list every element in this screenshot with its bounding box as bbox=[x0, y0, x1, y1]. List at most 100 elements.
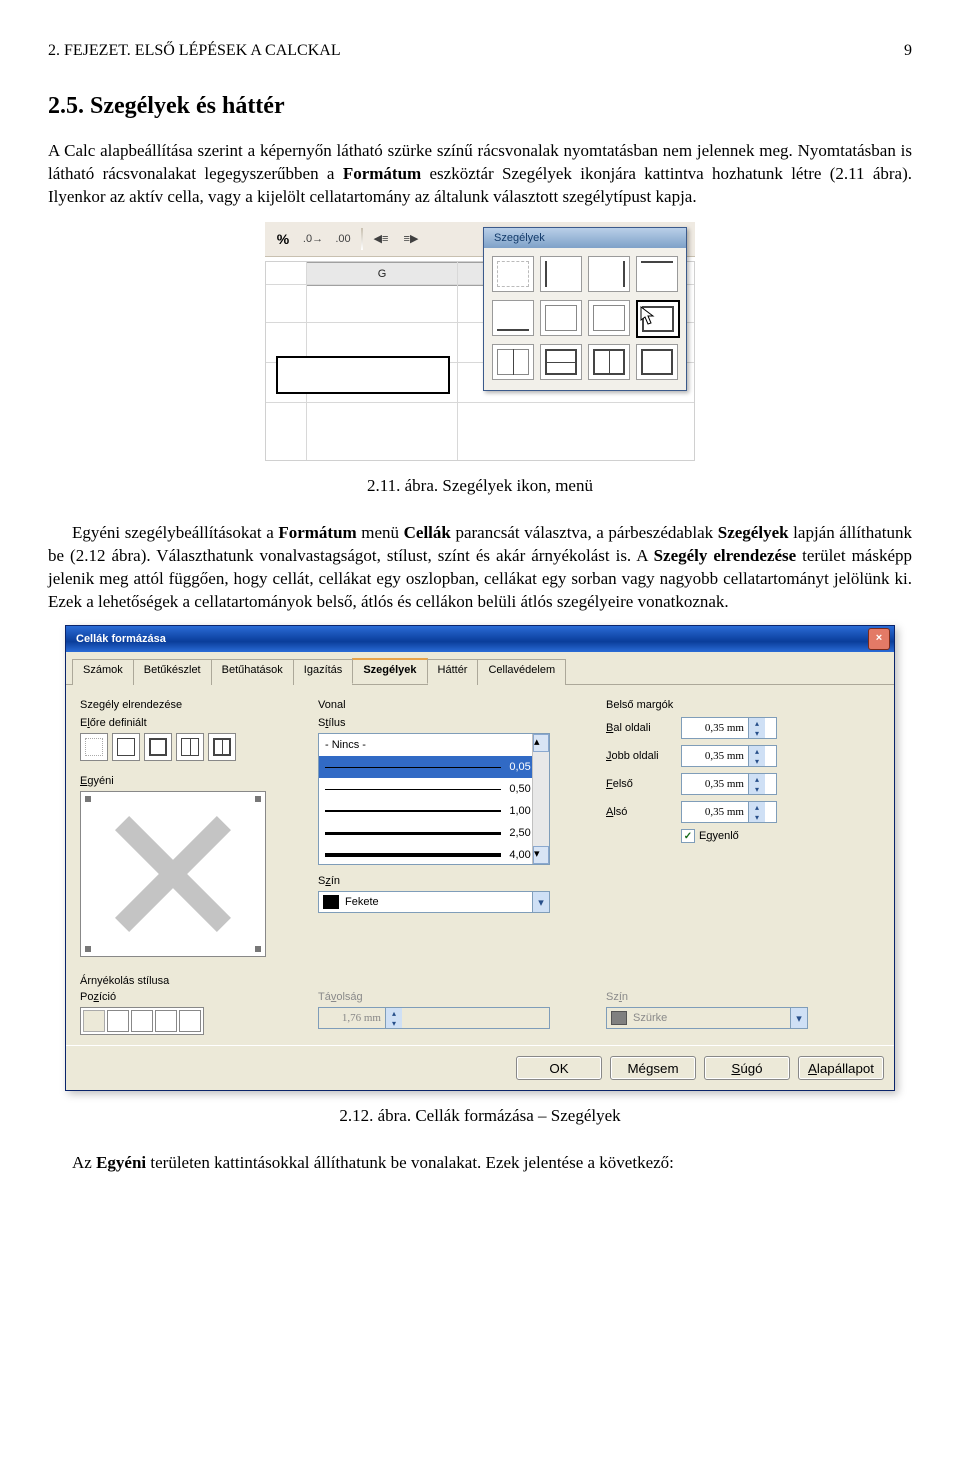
border-top-icon[interactable] bbox=[636, 256, 678, 292]
tab-betuhatasok[interactable]: Betűhatások bbox=[211, 659, 294, 685]
spin-down-icon[interactable]: ▾ bbox=[749, 728, 765, 738]
style-label: Stílus bbox=[318, 717, 578, 729]
border-inner-v-icon[interactable] bbox=[492, 344, 534, 380]
custom-label: Egyéni bbox=[80, 775, 290, 787]
close-icon[interactable]: × bbox=[868, 628, 890, 650]
line-color-dropdown[interactable]: Fekete ▾ bbox=[318, 891, 550, 913]
scroll-down-icon[interactable]: ▾ bbox=[533, 846, 549, 864]
reset-button[interactable]: Alapállapot bbox=[798, 1056, 884, 1080]
black-swatch-icon bbox=[323, 895, 339, 909]
line-heading: Vonal bbox=[318, 699, 578, 711]
tab-betukeszlet[interactable]: Betűkészlet bbox=[133, 659, 212, 685]
preset-outer-icon[interactable] bbox=[144, 733, 172, 761]
tab-szamok[interactable]: Számok bbox=[72, 659, 134, 685]
margins-column: Belső margók Bal oldali ▴▾ Jobb oldali ▴… bbox=[606, 699, 880, 957]
border-bottom-icon[interactable] bbox=[492, 300, 534, 336]
spin-up-icon[interactable]: ▴ bbox=[749, 718, 765, 728]
p2-bold-szegelyek: Szegélyek bbox=[718, 523, 789, 542]
border-right-icon[interactable] bbox=[588, 256, 630, 292]
figure-2-12: Cellák formázása × Számok Betűkészlet Be… bbox=[48, 625, 912, 1091]
preset-box-icon[interactable] bbox=[112, 733, 140, 761]
margin-right-spin[interactable]: ▴▾ bbox=[681, 745, 777, 767]
shadow-none-icon[interactable] bbox=[83, 1010, 105, 1032]
shadow-color-value: Szürke bbox=[633, 1012, 667, 1024]
paragraph-2: Egyéni szegélybeállításokat a Formátum m… bbox=[48, 522, 912, 614]
spin-down-icon[interactable]: ▾ bbox=[749, 756, 765, 766]
dialog-buttons: OK Mégsem Súgó Alapállapot bbox=[66, 1045, 894, 1090]
border-box-h-icon[interactable] bbox=[540, 344, 582, 380]
shadow-topright-icon[interactable] bbox=[131, 1010, 153, 1032]
checkmark-icon: ✓ bbox=[681, 829, 695, 843]
preset-none-icon[interactable] bbox=[80, 733, 108, 761]
shadow-distance-input bbox=[319, 1012, 385, 1024]
spin-down-icon[interactable]: ▾ bbox=[749, 812, 765, 822]
remove-decimal-icon[interactable]: .00 bbox=[331, 227, 355, 251]
border-all-icon[interactable] bbox=[636, 344, 678, 380]
paragraph-3: Az Egyéni területen kattintásokkal állít… bbox=[48, 1152, 912, 1175]
margin-right-input[interactable] bbox=[682, 750, 748, 762]
decrease-indent-icon[interactable]: ◀≡ bbox=[369, 227, 393, 251]
column-header-g[interactable]: G bbox=[306, 262, 458, 286]
line-column: Vonal Stílus - Nincs - 0,05 pt 0,50 pt 1… bbox=[318, 699, 578, 957]
p3-b: területen kattintásokkal állíthatunk be … bbox=[146, 1153, 674, 1172]
tab-cellavedelem[interactable]: Cellavédelem bbox=[477, 659, 566, 685]
margin-top-input[interactable] bbox=[682, 778, 748, 790]
p2-a: Egyéni szegélybeállításokat a bbox=[72, 523, 278, 542]
p2-bold-cellak: Cellák bbox=[404, 523, 451, 542]
style-none[interactable]: - Nincs - bbox=[325, 739, 366, 751]
spin-up-icon[interactable]: ▴ bbox=[749, 802, 765, 812]
margin-left-input[interactable] bbox=[682, 722, 748, 734]
spin-up-icon[interactable]: ▴ bbox=[749, 746, 765, 756]
tab-hatter[interactable]: Háttér bbox=[427, 659, 479, 685]
tab-igazitas[interactable]: Igazítás bbox=[293, 659, 354, 685]
border-box-v-icon[interactable] bbox=[588, 344, 630, 380]
page-header: 2. FEJEZET. ELSŐ LÉPÉSEK A CALCKAL 9 bbox=[48, 40, 912, 62]
border-topbottom-icon[interactable] bbox=[588, 300, 630, 336]
arrangement-heading: Szegély elrendezése bbox=[80, 699, 290, 711]
shadow-color-label: Szín bbox=[606, 991, 880, 1003]
shadow-topleft-icon[interactable] bbox=[107, 1010, 129, 1032]
equal-checkbox[interactable]: ✓ Egyenlő bbox=[681, 829, 781, 843]
add-decimal-icon[interactable]: .0→ bbox=[301, 227, 325, 251]
margin-left-spin[interactable]: ▴▾ bbox=[681, 717, 777, 739]
shadow-bottomleft-icon[interactable] bbox=[155, 1010, 177, 1032]
header-page-number: 9 bbox=[904, 40, 912, 62]
chevron-down-icon[interactable]: ▾ bbox=[532, 892, 549, 912]
p2-c: parancsát választva, a párbeszédablak bbox=[451, 523, 718, 542]
shadow-bottomright-icon[interactable] bbox=[179, 1010, 201, 1032]
preset-outergrid-icon[interactable] bbox=[208, 733, 236, 761]
dialog-titlebar: Cellák formázása × bbox=[66, 626, 894, 652]
preset-grid-icon[interactable] bbox=[176, 733, 204, 761]
border-leftright-icon[interactable] bbox=[540, 300, 582, 336]
border-none-icon[interactable] bbox=[492, 256, 534, 292]
margin-bottom-spin[interactable]: ▴▾ bbox=[681, 801, 777, 823]
shadow-heading: Árnyékolás stílusa bbox=[80, 975, 880, 987]
help-button[interactable]: Súgó bbox=[704, 1056, 790, 1080]
increase-indent-icon[interactable]: ≡▶ bbox=[399, 227, 423, 251]
active-cell[interactable] bbox=[276, 356, 450, 394]
dialog-title-text: Cellák formázása bbox=[76, 633, 166, 645]
tab-szegelyek[interactable]: Szegélyek bbox=[352, 658, 427, 684]
scroll-up-icon[interactable]: ▴ bbox=[533, 734, 549, 752]
margin-top-spin[interactable]: ▴▾ bbox=[681, 773, 777, 795]
dialog-tabs: Számok Betűkészlet Betűhatások Igazítás … bbox=[66, 652, 894, 685]
paragraph-1: A Calc alapbeállítása szerint a képernyő… bbox=[48, 140, 912, 209]
shadow-position-picker[interactable] bbox=[80, 1007, 204, 1035]
margins-heading: Belső margók bbox=[606, 699, 880, 711]
shadow-distance-spin: ▴▾ bbox=[318, 1007, 550, 1029]
border-left-icon[interactable] bbox=[540, 256, 582, 292]
borders-popup: Szegélyek bbox=[483, 227, 687, 391]
separator-icon bbox=[361, 228, 363, 250]
spin-up-icon[interactable]: ▴ bbox=[749, 774, 765, 784]
custom-preview[interactable] bbox=[80, 791, 266, 957]
margin-right-label: Jobb oldali bbox=[606, 750, 671, 762]
percent-icon[interactable]: % bbox=[271, 227, 295, 251]
style-list[interactable]: - Nincs - 0,05 pt 0,50 pt 1,00 pt 2,50 p… bbox=[318, 733, 550, 865]
cancel-button[interactable]: Mégsem bbox=[610, 1056, 696, 1080]
format-cells-dialog: Cellák formázása × Számok Betűkészlet Be… bbox=[65, 625, 895, 1091]
margin-bottom-input[interactable] bbox=[682, 806, 748, 818]
spin-down-icon: ▾ bbox=[386, 1018, 402, 1028]
spin-down-icon[interactable]: ▾ bbox=[749, 784, 765, 794]
section-heading: 2.5. Szegélyek és háttér bbox=[48, 90, 912, 122]
ok-button[interactable]: OK bbox=[516, 1056, 602, 1080]
